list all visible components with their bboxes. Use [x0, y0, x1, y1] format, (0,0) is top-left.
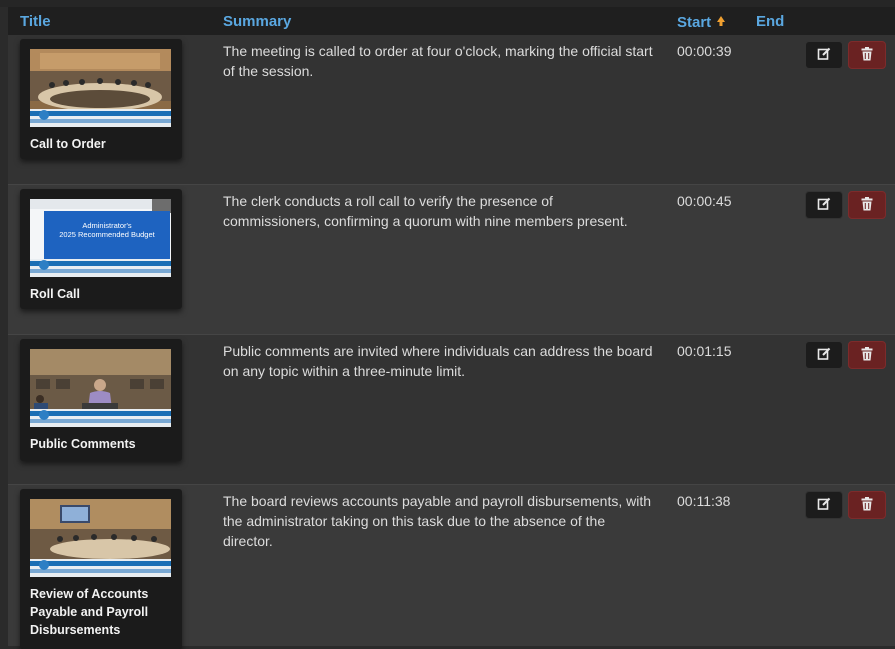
segment-thumbnail[interactable]: [30, 349, 171, 427]
top-strip: [0, 0, 895, 7]
trash-icon: [861, 346, 873, 364]
segment-thumbnail[interactable]: [30, 49, 171, 127]
edit-icon: [817, 347, 831, 364]
segment-start-time: 00:01:15: [677, 343, 732, 359]
segment-start-time: 00:00:45: [677, 193, 732, 209]
trash-icon: [861, 196, 873, 214]
delete-button[interactable]: [848, 491, 886, 519]
table-row: Public Comments Public comments are invi…: [8, 335, 895, 485]
segment-summary: The meeting is called to order at four o…: [223, 43, 653, 79]
table-row: Call to Order The meeting is called to o…: [8, 35, 895, 185]
segment-title: Roll Call: [30, 287, 81, 301]
column-header-end[interactable]: End: [756, 13, 784, 30]
segment-thumbnail[interactable]: Administrator's 2025 Recommended Budget: [30, 199, 171, 277]
segment-start-time: 00:00:39: [677, 43, 732, 59]
edit-icon: [817, 497, 831, 514]
slide-title: Administrator's: [82, 221, 132, 230]
segment-card[interactable]: Call to Order: [20, 39, 182, 159]
column-header-start-label: Start: [677, 14, 712, 31]
segment-card[interactable]: Administrator's 2025 Recommended Budget …: [20, 189, 182, 309]
segment-title: Public Comments: [30, 437, 136, 451]
column-header-summary[interactable]: Summary: [223, 13, 291, 30]
slide-subtitle: 2025 Recommended Budget: [59, 230, 155, 239]
column-header-title[interactable]: Title: [20, 13, 51, 30]
edit-button[interactable]: [805, 491, 843, 519]
edit-icon: [817, 47, 831, 64]
sort-ascending-icon: [716, 13, 726, 30]
segment-start-time: 00:11:38: [677, 493, 731, 509]
table-row: Review of Accounts Payable and Payroll D…: [8, 485, 895, 649]
column-header-start[interactable]: Start: [677, 13, 726, 31]
segment-title: Call to Order: [30, 137, 106, 151]
table-row: Administrator's 2025 Recommended Budget …: [8, 185, 895, 335]
delete-button[interactable]: [848, 191, 886, 219]
edit-icon: [817, 197, 831, 214]
trash-icon: [861, 46, 873, 64]
segment-title: Review of Accounts Payable and Payroll D…: [30, 587, 149, 637]
table-header: Title Summary Start End: [8, 7, 895, 36]
segment-summary: The board reviews accounts payable and p…: [223, 493, 652, 549]
segment-summary: Public comments are invited where indivi…: [223, 343, 653, 379]
edit-button[interactable]: [805, 191, 843, 219]
delete-button[interactable]: [848, 341, 886, 369]
segment-card[interactable]: Public Comments: [20, 339, 182, 461]
edit-button[interactable]: [805, 341, 843, 369]
trash-icon: [861, 496, 873, 514]
edit-button[interactable]: [805, 41, 843, 69]
segments-table: Title Summary Start End Call to Order Th…: [0, 0, 895, 649]
segment-thumbnail[interactable]: [30, 499, 171, 577]
segment-card[interactable]: Review of Accounts Payable and Payroll D…: [20, 489, 182, 649]
segment-summary: The clerk conducts a roll call to verify…: [223, 193, 628, 229]
delete-button[interactable]: [848, 41, 886, 69]
